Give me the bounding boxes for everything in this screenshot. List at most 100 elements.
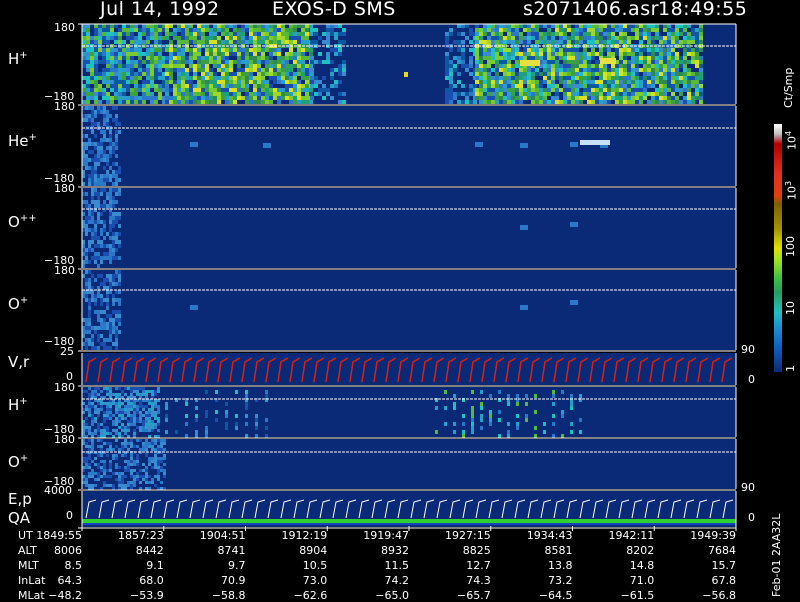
heat-hot-spot [600, 58, 616, 64]
heat-streak [195, 418, 198, 422]
heat-cell-h-plus-1 [245, 72, 249, 76]
heat-cell-o-plus-1 [94, 278, 97, 282]
heat-cell-h-plus-1 [146, 76, 150, 80]
heat-cell-h-plus-1 [142, 24, 146, 28]
heat-cell-h-plus-1 [663, 72, 667, 76]
heat-cell-o-plus-plus [91, 212, 94, 216]
heat-cell-h-plus-1 [221, 32, 225, 36]
heat-cell-h-plus-1 [150, 56, 154, 60]
heat-cell-h-plus-1 [126, 52, 130, 56]
heat-cell-h-plus-1 [94, 80, 98, 84]
heat-cell-h-plus-1 [599, 32, 603, 36]
heat-streak [235, 422, 238, 426]
heat-cell-h-plus-1 [253, 32, 257, 36]
heat-cell-he-plus [103, 182, 106, 186]
heat-cell-o-plus-1 [109, 334, 112, 338]
heat-cell-h-plus-1 [651, 48, 655, 52]
heat-cell-h-plus-1 [461, 24, 465, 28]
heat-cell-h-plus-1 [687, 76, 691, 80]
heat-streak [570, 422, 573, 426]
heat-cell-h-plus-1 [221, 96, 225, 100]
heat-cell-o-plus-1 [106, 274, 109, 278]
heat-cell-h-plus-1 [297, 80, 301, 84]
heat-cell-h-plus-1 [615, 40, 619, 44]
heat-cell-h-plus-2 [136, 387, 139, 390]
heat-cell-h-plus-1 [209, 72, 213, 76]
heat-cell-o-plus-1 [91, 326, 94, 330]
heat-cell-h-plus-1 [130, 48, 134, 52]
heat-cell-h-plus-1 [269, 68, 273, 72]
heat-cell-h-plus-1 [647, 68, 651, 72]
heat-cell-he-plus [97, 178, 100, 182]
heat-cell-h-plus-1 [261, 48, 265, 52]
heat-cell-h-plus-1 [567, 80, 571, 84]
heat-cell-o-plus-2 [100, 460, 103, 463]
heat-cell-he-plus [97, 154, 100, 158]
heat-cell-o-plus-2 [154, 460, 157, 463]
heat-cell-h-plus-1 [86, 56, 90, 60]
heat-streak [462, 434, 465, 438]
heat-cell-h-plus-1 [461, 32, 465, 36]
heat-cell-h-plus-1 [623, 40, 627, 44]
heat-cell-h-plus-1 [342, 92, 346, 96]
heat-cell-o-plus-1 [85, 346, 88, 350]
heat-cell-h-plus-2 [118, 393, 121, 396]
heat-streak [225, 414, 228, 418]
heat-cell-h-plus-1 [667, 80, 671, 84]
heat-cell-o-plus-plus [106, 252, 109, 256]
heat-cell-h-plus-1 [293, 40, 297, 44]
heat-cell-h-plus-1 [134, 72, 138, 76]
heat-cell-he-plus [94, 154, 97, 158]
heat-cell-h-plus-1 [158, 68, 162, 72]
heat-cell-h-plus-2 [148, 417, 151, 420]
heat-cell-h-plus-1 [543, 48, 547, 52]
heat-cell-h-plus-1 [611, 76, 615, 80]
heat-cell-h-plus-1 [475, 32, 479, 36]
heat-cell-h-plus-1 [118, 88, 122, 92]
heat-cell-h-plus-1 [663, 80, 667, 84]
heat-cell-h-plus-1 [150, 92, 154, 96]
heat-blob [190, 142, 198, 147]
heat-cell-h-plus-1 [583, 48, 587, 52]
heat-cell-h-plus-1 [599, 92, 603, 96]
heat-cell-h-plus-1 [154, 28, 158, 32]
heat-cell-h-plus-2 [118, 417, 121, 420]
heat-cell-h-plus-1 [185, 60, 189, 64]
heat-cell-o-plus-1 [112, 282, 115, 286]
heat-cell-h-plus-1 [193, 48, 197, 52]
heat-cell-h-plus-2 [109, 417, 112, 420]
heat-cell-h-plus-1 [507, 32, 511, 36]
heat-cell-h-plus-2 [115, 387, 118, 390]
heat-cell-o-plus-plus [112, 220, 115, 224]
heat-cell-h-plus-1 [209, 84, 213, 88]
heat-cell-o-plus-2 [85, 484, 88, 487]
heat-cell-he-plus [94, 162, 97, 166]
heat-cell-h-plus-1 [479, 84, 483, 88]
heat-cell-h-plus-1 [667, 60, 671, 64]
heat-cell-o-plus-2 [88, 475, 91, 478]
heat-streak [215, 418, 218, 422]
heat-cell-h-plus-1 [326, 24, 330, 28]
heat-cell-o-plus-1 [88, 318, 91, 322]
heat-cell-h-plus-1 [102, 36, 106, 40]
heat-cell-o-plus-2 [133, 475, 136, 478]
heat-cell-h-plus-1 [671, 68, 675, 72]
heat-cell-h-plus-1 [543, 56, 547, 60]
colorbar [774, 124, 782, 372]
heat-cell-h-plus-1 [269, 52, 273, 56]
heat-cell-he-plus [94, 110, 97, 114]
heat-cell-he-plus [88, 118, 91, 122]
heat-cell-h-plus-1 [461, 56, 465, 60]
heat-cell-o-plus-1 [109, 330, 112, 334]
heat-cell-h-plus-1 [90, 64, 94, 68]
heat-cell-h-plus-1 [118, 92, 122, 96]
table-cell-mlt: 13.8 [548, 559, 573, 572]
heat-cell-h-plus-1 [277, 56, 281, 60]
heat-cell-h-plus-2 [121, 402, 124, 405]
heat-cell-h-plus-1 [177, 88, 181, 92]
heat-cell-h-plus-1 [659, 68, 663, 72]
heat-cell-h-plus-1 [289, 56, 293, 60]
heat-cell-o-plus-2 [106, 469, 109, 472]
heat-cell-h-plus-2 [88, 411, 91, 414]
heat-cell-o-plus-plus [94, 220, 97, 224]
